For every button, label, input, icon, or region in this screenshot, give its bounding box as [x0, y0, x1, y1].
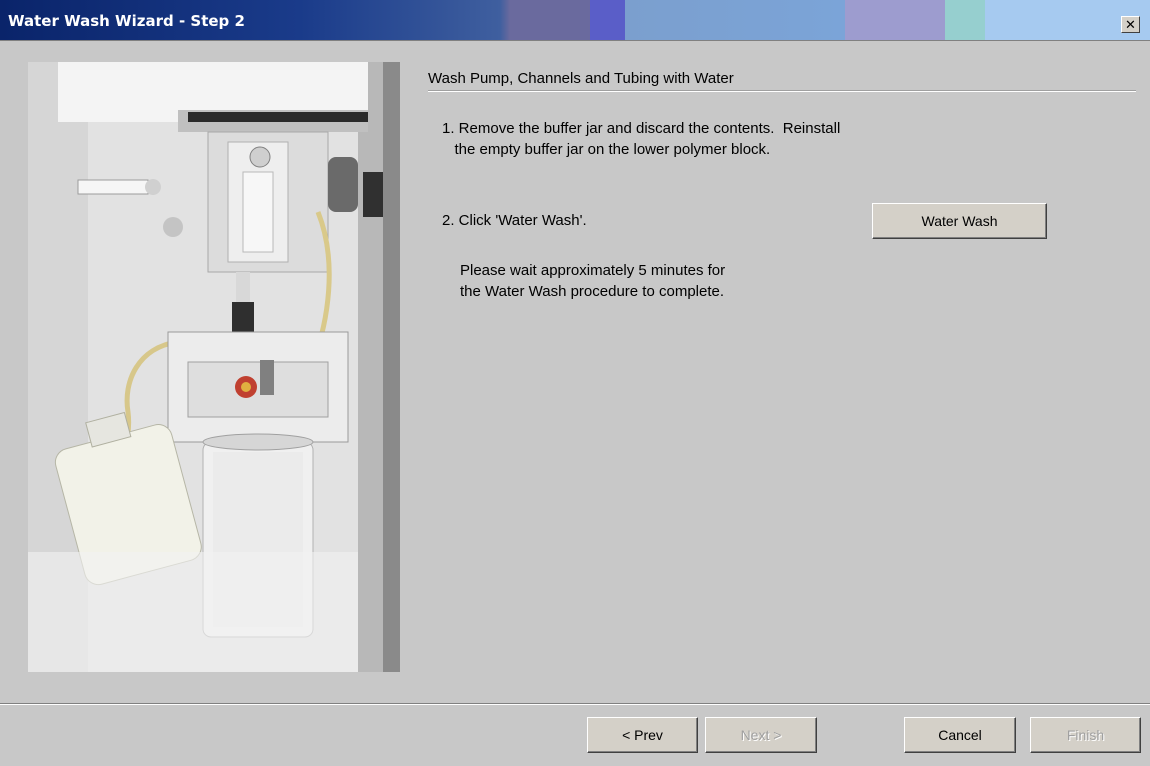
footer-separator [0, 703, 1150, 705]
title-bar: Water Wash Wizard - Step 2 ✕ [0, 0, 1150, 41]
cancel-button[interactable]: Cancel [904, 717, 1016, 753]
next-button[interactable]: Next > [705, 717, 817, 753]
section-title: Wash Pump, Channels and Tubing with Wate… [428, 70, 1136, 91]
window-title: Water Wash Wizard - Step 2 [8, 12, 245, 30]
prev-button[interactable]: < Prev [587, 717, 698, 753]
step-2-text: 2. Click 'Water Wash'. [442, 212, 587, 229]
close-icon: ✕ [1125, 17, 1136, 32]
finish-button[interactable]: Finish [1030, 717, 1141, 753]
wait-message: Please wait approximately 5 minutes for … [460, 262, 726, 300]
instrument-illustration [28, 62, 400, 672]
close-button[interactable]: ✕ [1121, 16, 1140, 33]
step-1-text: 1. Remove the buffer jar and discard the… [442, 120, 841, 158]
water-wash-button[interactable]: Water Wash [872, 203, 1047, 239]
instrument-photo [28, 62, 400, 672]
